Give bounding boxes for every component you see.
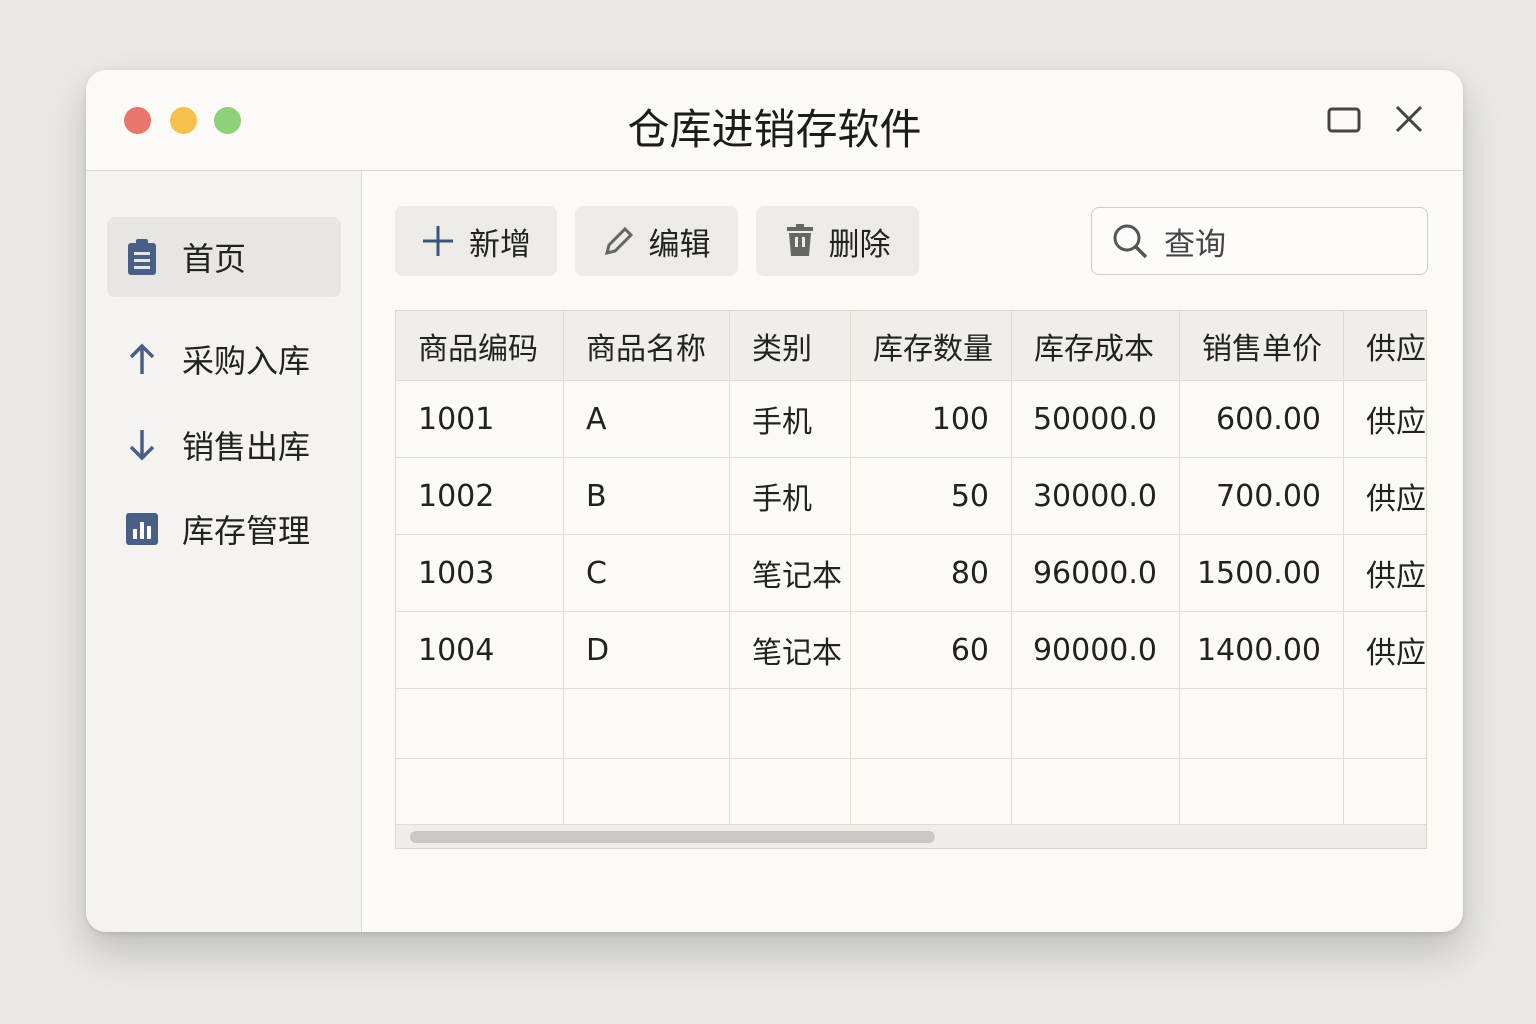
- column-header[interactable]: 库存成本: [1012, 311, 1180, 380]
- table-cell: 90000.0: [1012, 612, 1180, 688]
- clipboard-icon: [112, 238, 172, 276]
- table-cell: 700.00: [1180, 458, 1344, 534]
- table-cell: D: [564, 612, 730, 688]
- table-cell: [851, 759, 1012, 828]
- table-cell: [1344, 759, 1426, 828]
- table-row[interactable]: [396, 759, 1426, 829]
- close-icon[interactable]: [1394, 104, 1424, 134]
- bar-chart-icon: [112, 513, 172, 545]
- column-header[interactable]: 商品编码: [396, 311, 564, 380]
- search-placeholder: 查询: [1164, 226, 1226, 263]
- table-cell: 1003: [396, 535, 564, 611]
- delete-label: 删除: [828, 226, 891, 263]
- table-cell: 手机: [730, 381, 851, 457]
- sidebar-item-home[interactable]: 首页: [107, 217, 341, 297]
- horizontal-scrollbar[interactable]: [396, 824, 1426, 848]
- column-header[interactable]: 类别: [730, 311, 851, 380]
- table-cell: [396, 689, 564, 758]
- table-cell: 600.00: [1180, 381, 1344, 457]
- table-row[interactable]: 1003 C 笔记本 80 96000.0 1500.00 供应: [396, 535, 1426, 612]
- table-cell: 供应: [1366, 405, 1426, 440]
- table-row[interactable]: 1004 D 笔记本 60 90000.0 1400.00 供应: [396, 612, 1426, 689]
- column-header[interactable]: 库存数量: [851, 311, 1012, 380]
- maximize-icon[interactable]: [1326, 104, 1362, 134]
- column-header[interactable]: 商品名称: [564, 311, 730, 380]
- sidebar-item-purchase-in[interactable]: 采购入库: [107, 319, 341, 399]
- delete-button[interactable]: 删除: [756, 206, 919, 276]
- add-button[interactable]: 新增: [395, 206, 557, 276]
- table-cell: 50: [851, 458, 1012, 534]
- pencil-icon: [604, 226, 633, 256]
- table-cell: 100: [851, 381, 1012, 457]
- inventory-table: 1004 D 笔记本 60 90000.0 1400.00 供应 1003 C 笔记本 80 9600…: [395, 310, 1427, 849]
- table-cell: A: [564, 381, 730, 457]
- table-cell: B: [564, 458, 730, 534]
- table-cell: 供应: [1366, 482, 1426, 517]
- table-cell: 1004: [396, 612, 564, 688]
- sidebar-item-label: 销售出库: [182, 428, 311, 466]
- sidebar-item-sales-out[interactable]: 销售出库: [107, 405, 341, 485]
- column-header[interactable]: 供应: [1344, 311, 1426, 380]
- table-header-row: 商品编码 商品名称 类别 库存数量 库存成本 销售单价 供应: [396, 311, 1426, 381]
- table-cell: 1001: [396, 381, 564, 457]
- table-cell: 供应: [1366, 559, 1426, 594]
- table-cell: [1180, 689, 1344, 758]
- table-cell: [564, 759, 730, 828]
- edit-label: 编辑: [648, 226, 711, 263]
- table-cell: C: [564, 535, 730, 611]
- table-row[interactable]: [396, 689, 1426, 759]
- table-cell: 1400.00: [1180, 612, 1344, 688]
- sidebar-item-label: 库存管理: [182, 512, 311, 550]
- table-cell: 笔记本: [730, 612, 851, 688]
- edit-button[interactable]: 编辑: [575, 206, 738, 276]
- table-cell: 手机: [730, 458, 851, 534]
- plus-icon: [423, 226, 453, 256]
- table-cell: [564, 689, 730, 758]
- table-cell: [1012, 759, 1180, 828]
- sidebar-item-label: 采购入库: [182, 342, 311, 380]
- table-row[interactable]: 1001 A 手机 100 50000.0 600.00 供应: [396, 381, 1426, 458]
- table-cell: 30000.0: [1012, 458, 1180, 534]
- title-bar: 仓库进销存软件: [86, 70, 1463, 171]
- arrow-down-icon: [112, 428, 172, 462]
- table-cell: [1012, 689, 1180, 758]
- scrollbar-thumb[interactable]: [410, 831, 935, 843]
- sidebar-item-inventory[interactable]: 库存管理: [107, 489, 341, 569]
- table-cell: 96000.0: [1012, 535, 1180, 611]
- table-cell: 笔记本: [730, 535, 851, 611]
- table-row[interactable]: 1002 B 手机 50 30000.0 700.00 供应: [396, 458, 1426, 535]
- sidebar: 首页 采购入库 销售出库 库存管理: [86, 171, 362, 932]
- table-cell: [1180, 759, 1344, 828]
- sidebar-item-label: 首页: [182, 240, 247, 278]
- table-cell: [730, 689, 851, 758]
- window-title: 仓库进销存软件: [627, 105, 922, 154]
- table-cell: [851, 689, 1012, 758]
- table-cell: [1344, 689, 1426, 758]
- table-cell: 1002: [396, 458, 564, 534]
- table-cell: 60: [851, 612, 1012, 688]
- table-cell: [730, 759, 851, 828]
- search-input[interactable]: 查询: [1091, 207, 1428, 275]
- table-cell: 50000.0: [1012, 381, 1180, 457]
- app-window: 仓库进销存软件 首页 采购入库 销售出库 库存管理 新增 编辑 删除 查询 10…: [86, 70, 1463, 932]
- arrow-up-icon: [112, 342, 172, 376]
- trash-icon: [786, 224, 813, 256]
- add-label: 新增: [469, 226, 531, 263]
- table-cell: [396, 759, 564, 828]
- table-cell: 供应: [1366, 636, 1426, 671]
- table-cell: 1500.00: [1180, 535, 1344, 611]
- table-cell: 80: [851, 535, 1012, 611]
- search-icon: [1113, 224, 1148, 259]
- column-header[interactable]: 销售单价: [1180, 311, 1344, 380]
